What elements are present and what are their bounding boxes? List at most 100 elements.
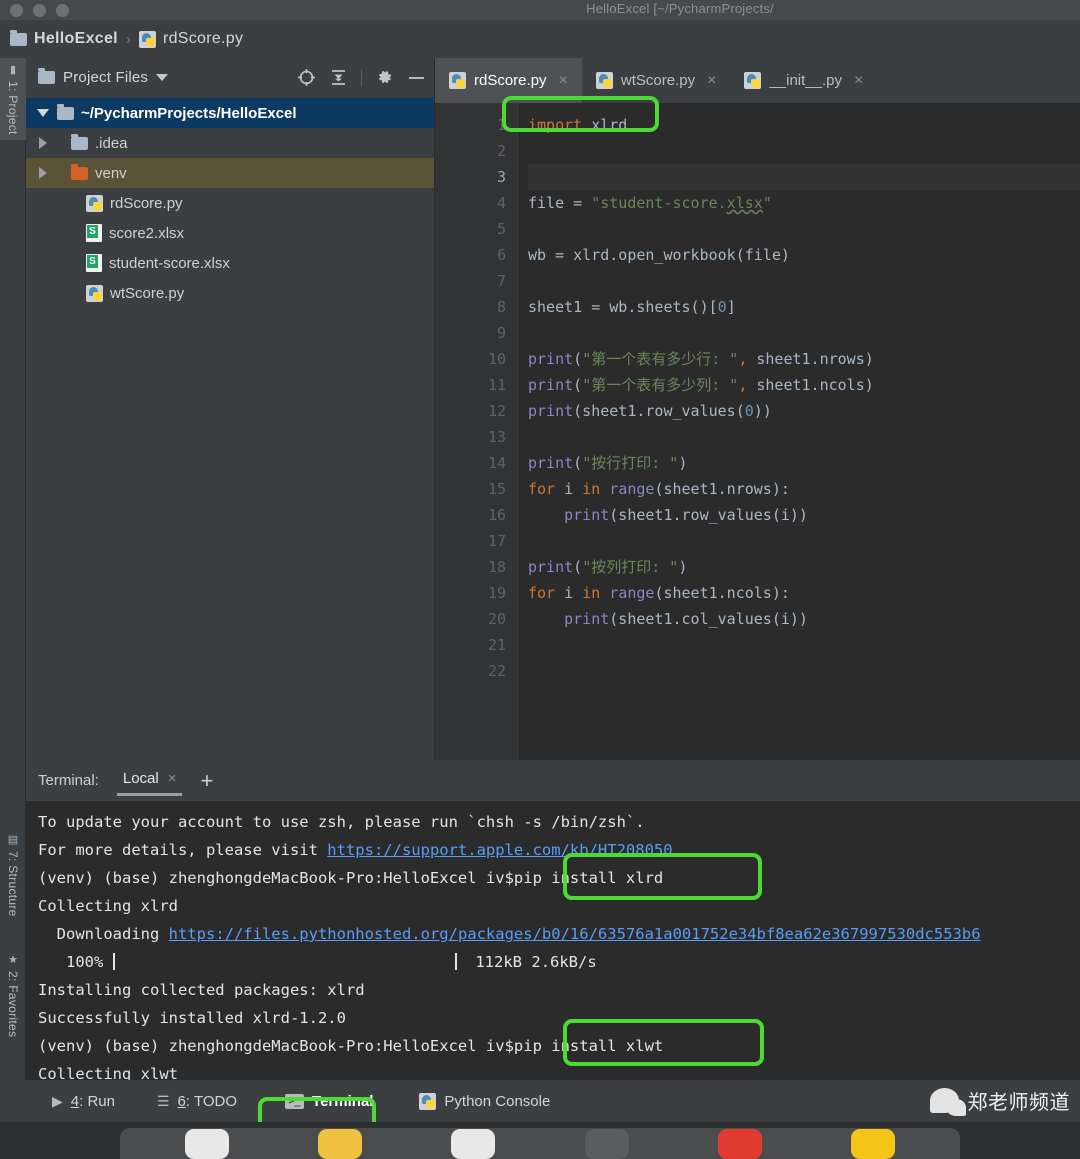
folder-icon: [71, 133, 88, 150]
dock-icon[interactable]: [451, 1129, 496, 1159]
terminal-tab-local[interactable]: Local ×: [116, 765, 183, 796]
line-number: 1: [496, 116, 506, 134]
progress-size: 112kB: [475, 953, 523, 971]
line-number: 16: [487, 506, 506, 524]
wechat-icon: [929, 1088, 966, 1116]
code-line-19: for i in range(sheet1.ncols):: [528, 584, 790, 602]
terminal-command-xlwt: pip install xlwt: [513, 1037, 664, 1055]
code-editor[interactable]: 1 2 3 4 5 6 7 8 9 10 11 12 13 14 15 16 1…: [435, 103, 1080, 760]
close-icon[interactable]: ×: [707, 72, 716, 90]
terminal-line: To update your account to use zsh, pleas…: [38, 813, 645, 831]
project-panel-header: Project Files: [26, 58, 434, 96]
sidebar-tab-label: 7: Structure: [6, 851, 20, 917]
terminal-line: Collecting xlrd: [38, 897, 178, 915]
tab-wtscore[interactable]: wtScore.py ×: [582, 58, 731, 103]
line-number: 18: [487, 558, 506, 576]
close-icon[interactable]: ×: [854, 72, 863, 90]
close-icon[interactable]: ×: [168, 770, 177, 787]
twisty-expanded-icon[interactable]: [36, 109, 50, 117]
tree-item-rdscore[interactable]: rdScore.py: [26, 188, 434, 218]
sidebar-tab-favorites[interactable]: ★ 2: Favorites: [0, 948, 26, 1043]
project-tree: ~/PycharmProjects/HelloExcel .idea venv …: [26, 96, 434, 308]
dock-icon[interactable]: [184, 1129, 229, 1159]
tab-label: __init__.py: [769, 72, 842, 89]
tree-item-wtscore[interactable]: wtScore.py: [26, 278, 434, 308]
chevron-down-icon[interactable]: [156, 73, 169, 81]
dock-icon[interactable]: [584, 1129, 629, 1159]
collapse-all-icon[interactable]: [329, 68, 348, 87]
terminal-header: Terminal: Local × +: [26, 760, 1080, 802]
sidebar-tab-label: 1: Project: [6, 81, 20, 136]
apple-support-link[interactable]: https://support.apple.com/kb/HT208050: [327, 841, 672, 859]
line-number: 20: [487, 610, 506, 628]
line-number: 6: [496, 246, 506, 264]
tree-item-score2[interactable]: score2.xlsx: [26, 218, 434, 248]
breadcrumb: HelloExcel › rdScore.py: [0, 20, 1080, 58]
statusbar-button-todo[interactable]: ☰ 6: TODO: [149, 1089, 245, 1114]
pythonhosted-link[interactable]: https://files.pythonhosted.org/packages/…: [169, 925, 981, 943]
zoom-button[interactable]: [56, 3, 69, 17]
terminal-line: Successfully installed xlrd-1.2.0: [38, 1009, 346, 1027]
dock-icon[interactable]: [317, 1129, 362, 1159]
traffic-lights[interactable]: [0, 3, 69, 17]
line-number: 11: [487, 376, 506, 394]
python-file-icon: [744, 72, 762, 89]
breadcrumb-item-file[interactable]: rdScore.py: [138, 30, 244, 48]
line-number: 9: [496, 324, 506, 342]
code-line-14: print("按行打印: "): [528, 454, 688, 472]
python-icon: [419, 1092, 437, 1110]
tree-item-root[interactable]: ~/PycharmProjects/HelloExcel: [26, 98, 434, 128]
tree-item-label: venv: [95, 164, 127, 182]
minimize-icon[interactable]: [407, 68, 426, 87]
tree-item-label: wtScore.py: [110, 284, 185, 302]
sidebar-tab-project[interactable]: ▮ 1: Project: [0, 58, 26, 141]
twisty-collapsed-icon[interactable]: [36, 167, 50, 179]
project-panel-title: Project Files: [63, 68, 149, 86]
tab-init[interactable]: __init__.py ×: [730, 58, 877, 103]
dock-items[interactable]: [120, 1128, 960, 1159]
statusbar-button-terminal[interactable]: >_ Terminal: [273, 1087, 385, 1116]
tree-item-label: score2.xlsx: [109, 224, 185, 242]
tab-rdscore[interactable]: rdScore.py ×: [435, 58, 582, 103]
close-icon[interactable]: ×: [559, 72, 568, 90]
gear-icon[interactable]: [375, 68, 394, 87]
twisty-collapsed-icon[interactable]: [36, 137, 50, 149]
line-number: 13: [487, 428, 506, 446]
line-number: 15: [487, 480, 506, 498]
line-number: 5: [496, 220, 506, 238]
line-number: 17: [487, 532, 506, 550]
watermark: 郑老师频道: [929, 1086, 1071, 1116]
minimize-button[interactable]: [33, 3, 46, 17]
code-lines[interactable]: import xlrd file = "student-score.xlsx" …: [517, 103, 1080, 760]
star-icon: ★: [6, 953, 19, 967]
tree-item-label: ~/PycharmProjects/HelloExcel: [81, 104, 297, 122]
line-number-gutter: 1 2 3 4 5 6 7 8 9 10 11 12 13 14 15 16 1…: [435, 103, 517, 760]
python-file-icon: [449, 72, 466, 89]
terminal-line: (venv) (base) zhenghongdeMacBook-Pro:Hel…: [38, 864, 1080, 892]
add-terminal-icon[interactable]: +: [200, 769, 213, 792]
line-number: 21: [487, 636, 506, 654]
breadcrumb-label: HelloExcel: [34, 30, 118, 47]
python-file-icon: [138, 30, 156, 48]
dock-icon[interactable]: [717, 1129, 762, 1159]
bottom-statusbar: ▶ 4: Run ☰ 6: TODO >_ Terminal Python Co…: [0, 1080, 1080, 1122]
close-button[interactable]: [10, 3, 23, 17]
python-file-icon: [595, 72, 613, 89]
breadcrumb-label: rdScore.py: [162, 30, 244, 47]
tree-item-idea[interactable]: .idea: [26, 128, 434, 158]
terminal-tab-label: Local: [122, 770, 159, 787]
sidebar-tab-structure[interactable]: ▤ 7: Structure: [0, 828, 26, 922]
terminal-output[interactable]: To update your account to use zsh, pleas…: [26, 802, 1080, 1088]
dock-icon[interactable]: [851, 1129, 896, 1159]
tree-item-venv[interactable]: venv: [26, 158, 434, 188]
breadcrumb-item-project[interactable]: HelloExcel: [10, 29, 118, 48]
tree-item-student-score[interactable]: student-score.xlsx: [26, 248, 434, 278]
statusbar-button-python-console[interactable]: Python Console: [411, 1089, 558, 1114]
statusbar-button-run[interactable]: ▶ 4: Run: [44, 1089, 123, 1114]
terminal-label: Terminal:: [38, 772, 99, 789]
locate-icon[interactable]: [297, 68, 316, 87]
